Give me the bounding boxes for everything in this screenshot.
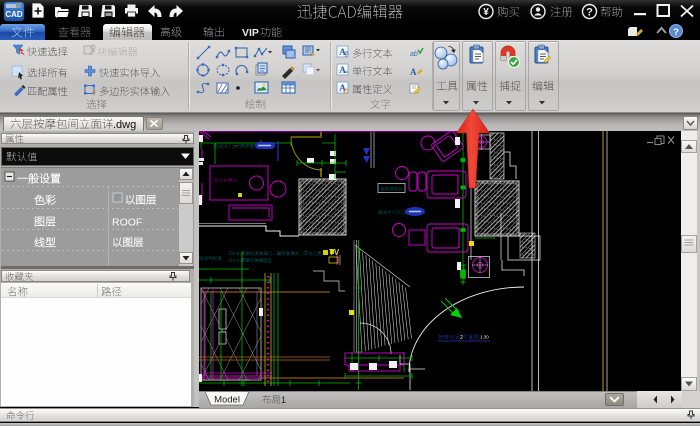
svg-text:CAD: CAD [5, 10, 23, 19]
svg-text:VIP: VIP [242, 27, 259, 39]
svg-text:?: ? [586, 7, 593, 19]
svg-text:1: 1 [281, 395, 286, 405]
svg-text:ROOF: ROOF [112, 217, 142, 229]
svg-text:A: A [410, 67, 417, 77]
svg-text:?: ? [673, 27, 679, 38]
svg-text:Model: Model [214, 395, 240, 406]
svg-text:¥: ¥ [483, 7, 489, 18]
svg-text:.dwg: .dwg [113, 119, 136, 131]
svg-text:ab: ab [410, 51, 418, 58]
svg-text:A: A [339, 48, 346, 58]
svg-text:A: A [339, 66, 346, 76]
